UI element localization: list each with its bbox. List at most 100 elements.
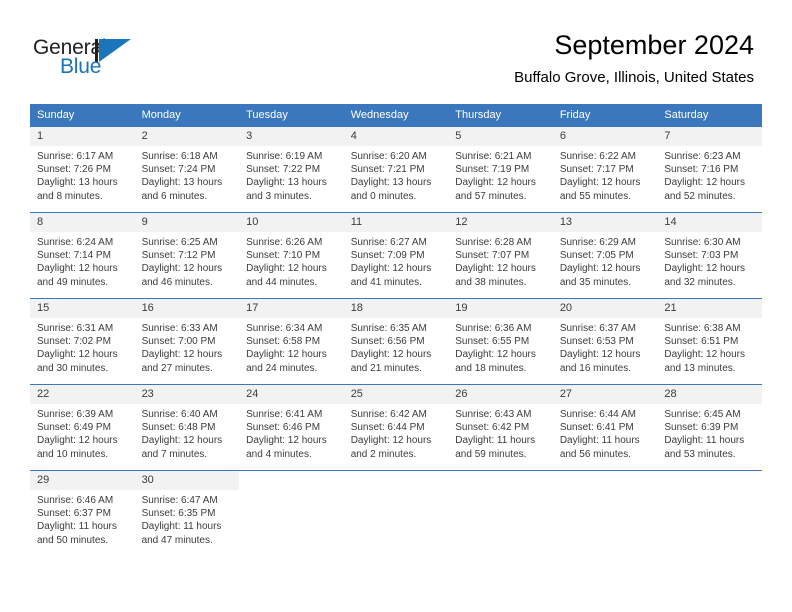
calendar-day-cell[interactable]: 30 Sunrise: 6:47 AM Sunset: 6:35 PM Dayligh… [134, 470, 240, 556]
day-cell-inner: 6 Sunrise: 6:22 AM Sunset: 7:17 PM Daylight… [552, 126, 658, 212]
sunset-text: Sunset: 7:24 PM [141, 164, 216, 176]
day-number: 24 [239, 385, 344, 404]
sunset-text: Sunset: 7:09 PM [350, 250, 425, 262]
calendar-day-cell[interactable]: 22 Sunrise: 6:39 AM Sunset: 6:49 PM Dayligh… [30, 384, 135, 470]
calendar-day-cell[interactable]: 20 Sunrise: 6:37 AM Sunset: 6:53 PM Dayligh… [552, 298, 658, 384]
day-cell-inner: 23 Sunrise: 6:40 AM Sunset: 6:48 PM Dayligh… [134, 384, 240, 470]
day-info: Sunrise: 6:40 AM Sunset: 6:48 PM Daylight:… [135, 404, 240, 461]
page-title: September 2024 [554, 30, 754, 60]
calendar-day-cell[interactable]: 1 Sunrise: 6:17 AM Sunset: 7:26 PM Daylight… [30, 126, 135, 212]
sunset-text: Sunset: 6:49 PM [37, 422, 111, 434]
sunrise-text: Sunrise: 6:31 AM [37, 323, 114, 334]
day-info: Sunrise: 6:27 AM Sunset: 7:09 PM Daylight:… [344, 232, 449, 289]
day-info: Sunrise: 6:30 AM Sunset: 7:03 PM Daylight:… [657, 232, 762, 289]
day-info: Sunrise: 6:17 AM Sunset: 7:26 PM Daylight:… [30, 146, 135, 203]
calendar-day-cell[interactable]: 17 Sunrise: 6:34 AM Sunset: 6:58 PM Dayligh… [239, 298, 344, 384]
sunrise-text: Sunrise: 6:43 AM [455, 409, 532, 420]
daylight-text: Daylight: 12 hours and 7 minutes. [141, 435, 223, 460]
day-cell-inner: 5 Sunrise: 6:21 AM Sunset: 7:19 PM Daylight… [448, 126, 553, 212]
day-info: Sunrise: 6:34 AM Sunset: 6:58 PM Daylight:… [239, 318, 344, 375]
calendar-day-cell[interactable]: 5 Sunrise: 6:21 AM Sunset: 7:19 PM Daylight… [448, 126, 553, 212]
sunset-text: Sunset: 7:03 PM [664, 250, 739, 262]
calendar-day-cell[interactable]: 19 Sunrise: 6:36 AM Sunset: 6:55 PM Dayligh… [448, 298, 553, 384]
brand-logo[interactable]: General Blue [33, 36, 153, 80]
calendar-day-cell[interactable]: 23 Sunrise: 6:40 AM Sunset: 6:48 PM Dayligh… [134, 384, 240, 470]
day-info: Sunrise: 6:20 AM Sunset: 7:21 PM Daylight:… [344, 146, 449, 203]
sunset-text: Sunset: 6:48 PM [141, 422, 216, 434]
calendar-day-cell[interactable]: 25 Sunrise: 6:42 AM Sunset: 6:44 PM Dayligh… [343, 384, 449, 470]
day-cell-inner: 9 Sunrise: 6:25 AM Sunset: 7:12 PM Daylight… [134, 212, 240, 298]
location-subtitle: Buffalo Grove, Illinois, United States [514, 69, 754, 86]
calendar-page: General Blue September 2024 Buffalo Grov… [0, 0, 792, 612]
sunrise-text: Sunrise: 6:29 AM [559, 237, 636, 248]
daylight-text: Daylight: 11 hours and 53 minutes. [664, 435, 745, 460]
sunrise-text: Sunrise: 6:24 AM [37, 237, 114, 248]
calendar-day-cell[interactable]: 27 Sunrise: 6:44 AM Sunset: 6:41 PM Dayligh… [552, 384, 658, 470]
day-info: Sunrise: 6:31 AM Sunset: 7:02 PM Daylight:… [30, 318, 135, 375]
sunrise-text: Sunrise: 6:18 AM [141, 151, 218, 162]
calendar-day-cell[interactable]: 28 Sunrise: 6:45 AM Sunset: 6:39 PM Dayligh… [657, 384, 762, 470]
calendar-day-cell[interactable]: 16 Sunrise: 6:33 AM Sunset: 7:00 PM Dayligh… [134, 298, 240, 384]
calendar-day-cell[interactable]: 15 Sunrise: 6:31 AM Sunset: 7:02 PM Dayligh… [30, 298, 135, 384]
calendar-day-cell[interactable]: 9 Sunrise: 6:25 AM Sunset: 7:12 PM Daylight… [134, 212, 240, 298]
sunset-text: Sunset: 7:07 PM [455, 250, 530, 262]
day-info: Sunrise: 6:26 AM Sunset: 7:10 PM Daylight:… [239, 232, 344, 289]
calendar-day-cell[interactable]: 12 Sunrise: 6:28 AM Sunset: 7:07 PM Dayligh… [448, 212, 553, 298]
day-cell-inner: 7 Sunrise: 6:23 AM Sunset: 7:16 PM Daylight… [657, 126, 762, 212]
day-number: 10 [239, 213, 344, 232]
calendar-week-row: 29 Sunrise: 6:46 AM Sunset: 6:37 PM Dayligh… [30, 470, 762, 556]
calendar-day-cell[interactable]: 18 Sunrise: 6:35 AM Sunset: 6:56 PM Dayligh… [343, 298, 449, 384]
day-number: 1 [30, 127, 135, 146]
daylight-text: Daylight: 12 hours and 27 minutes. [141, 349, 223, 374]
daylight-text: Daylight: 11 hours and 50 minutes. [37, 521, 117, 546]
day-number: 13 [552, 213, 658, 232]
sunrise-text: Sunrise: 6:23 AM [664, 151, 741, 162]
calendar-day-cell[interactable]: 29 Sunrise: 6:46 AM Sunset: 6:37 PM Dayligh… [30, 470, 135, 556]
day-number: 30 [134, 471, 240, 490]
day-number: 9 [134, 213, 240, 232]
calendar-day-cell[interactable]: 8 Sunrise: 6:24 AM Sunset: 7:14 PM Daylight… [30, 212, 135, 298]
day-cell-inner: 20 Sunrise: 6:37 AM Sunset: 6:53 PM Dayligh… [552, 298, 658, 384]
calendar-day-cell[interactable]: 6 Sunrise: 6:22 AM Sunset: 7:17 PM Daylight… [552, 126, 658, 212]
daylight-text: Daylight: 13 hours and 0 minutes. [350, 177, 432, 202]
calendar-day-cell[interactable]: 2 Sunrise: 6:18 AM Sunset: 7:24 PM Daylight… [134, 126, 240, 212]
calendar-day-cell[interactable]: 21 Sunrise: 6:38 AM Sunset: 6:51 PM Dayligh… [657, 298, 762, 384]
day-number [553, 471, 658, 490]
day-number: 29 [30, 471, 135, 490]
sunrise-text: Sunrise: 6:22 AM [559, 151, 636, 162]
sunrise-text: Sunrise: 6:47 AM [141, 495, 218, 506]
calendar-day-cell[interactable]: 13 Sunrise: 6:29 AM Sunset: 7:05 PM Dayligh… [552, 212, 658, 298]
day-info: Sunrise: 6:37 AM Sunset: 6:53 PM Daylight:… [553, 318, 658, 375]
calendar-day-cell[interactable]: 26 Sunrise: 6:43 AM Sunset: 6:42 PM Dayligh… [448, 384, 553, 470]
day-number [657, 471, 762, 490]
day-number: 27 [552, 385, 658, 404]
daylight-text: Daylight: 12 hours and 57 minutes. [455, 177, 536, 202]
day-info: Sunrise: 6:24 AM Sunset: 7:14 PM Daylight:… [30, 232, 135, 289]
calendar-day-cell[interactable]: 24 Sunrise: 6:41 AM Sunset: 6:46 PM Dayligh… [239, 384, 344, 470]
day-info: Sunrise: 6:21 AM Sunset: 7:19 PM Daylight:… [448, 146, 553, 203]
sunset-text: Sunset: 7:00 PM [141, 336, 216, 348]
calendar-day-cell[interactable]: 10 Sunrise: 6:26 AM Sunset: 7:10 PM Dayligh… [239, 212, 344, 298]
day-number [448, 471, 553, 490]
day-number: 23 [134, 385, 240, 404]
calendar-day-cell[interactable]: 14 Sunrise: 6:30 AM Sunset: 7:03 PM Dayligh… [657, 212, 762, 298]
calendar-day-cell[interactable]: 11 Sunrise: 6:27 AM Sunset: 7:09 PM Dayligh… [343, 212, 449, 298]
sunrise-text: Sunrise: 6:28 AM [455, 237, 532, 248]
sunrise-text: Sunrise: 6:44 AM [559, 409, 636, 420]
sunset-text: Sunset: 6:42 PM [455, 422, 530, 434]
sunrise-text: Sunrise: 6:35 AM [350, 323, 427, 334]
daylight-text: Daylight: 12 hours and 13 minutes. [664, 349, 745, 374]
day-number: 22 [30, 385, 135, 404]
sunset-text: Sunset: 6:37 PM [37, 508, 111, 520]
daylight-text: Daylight: 12 hours and 52 minutes. [664, 177, 745, 202]
calendar-day-cell[interactable]: 7 Sunrise: 6:23 AM Sunset: 7:16 PM Daylight… [657, 126, 762, 212]
weekday-header-saturday: Saturday [657, 104, 762, 126]
sunset-text: Sunset: 7:22 PM [246, 164, 321, 176]
daylight-text: Daylight: 12 hours and 38 minutes. [455, 263, 536, 288]
title-block: September 2024 Buffalo Grove, Illinois, … [514, 28, 754, 88]
calendar-day-cell[interactable]: 4 Sunrise: 6:20 AM Sunset: 7:21 PM Daylight… [343, 126, 449, 212]
day-cell-inner: 28 Sunrise: 6:45 AM Sunset: 6:39 PM Dayligh… [657, 384, 762, 470]
day-info: Sunrise: 6:46 AM Sunset: 6:37 PM Daylight:… [30, 490, 135, 547]
calendar-day-cell[interactable]: 3 Sunrise: 6:19 AM Sunset: 7:22 PM Daylight… [239, 126, 344, 212]
day-number: 25 [343, 385, 449, 404]
